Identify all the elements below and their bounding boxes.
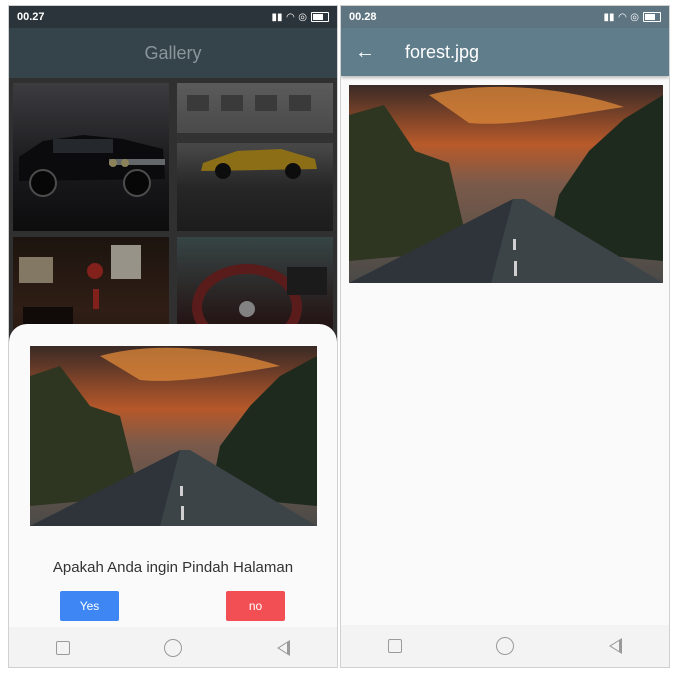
home-icon[interactable] <box>164 639 183 657</box>
status-bar: 00.28 ▮▮ ◠ ◎ <box>341 6 669 28</box>
system-nav-bar <box>9 627 337 667</box>
status-time: 00.28 <box>349 11 377 23</box>
back-nav-icon[interactable] <box>276 640 290 656</box>
confirm-dialog: Apakah Anda ingin Pindah Halaman Yes no <box>9 324 337 667</box>
status-time: 00.27 <box>17 11 45 23</box>
no-button[interactable]: no <box>226 591 285 621</box>
phone-screen-detail: 00.28 ▮▮ ◠ ◎ ← forest.jpg <box>340 5 670 668</box>
page-title: forest.jpg <box>405 41 480 62</box>
recent-apps-icon[interactable] <box>388 639 403 653</box>
app-bar: Gallery <box>9 28 337 78</box>
system-nav-bar <box>341 625 669 667</box>
dialog-question: Apakah Anda ingin Pindah Halaman <box>52 559 294 576</box>
status-icons: ▮▮ ◠ ◎ <box>604 12 661 23</box>
signal-icon: ▮▮ <box>271 11 283 23</box>
back-nav-icon[interactable] <box>608 638 622 654</box>
battery-icon <box>643 12 661 22</box>
app-bar: ← forest.jpg <box>341 28 669 76</box>
battery-icon <box>311 12 329 22</box>
alarm-icon: ◎ <box>298 11 307 23</box>
signal-icon: ▮▮ <box>603 11 615 23</box>
status-icons: ▮▮ ◠ ◎ <box>272 12 329 23</box>
arrow-left-icon[interactable]: ← <box>341 41 389 64</box>
recent-apps-icon[interactable] <box>56 641 71 655</box>
dialog-preview-image <box>30 346 317 526</box>
alarm-icon: ◎ <box>630 11 639 23</box>
forest-image <box>349 85 663 283</box>
page-title: Gallery <box>144 42 202 63</box>
yes-button[interactable]: Yes <box>60 591 119 621</box>
phone-screen-gallery: 00.27 ▮▮ ◠ ◎ Gallery Apakah Anda ingin P… <box>8 5 338 668</box>
status-bar: 00.27 ▮▮ ◠ ◎ <box>9 6 337 28</box>
home-icon[interactable] <box>496 637 515 655</box>
wifi-icon: ◠ <box>286 11 295 23</box>
wifi-icon: ◠ <box>618 11 627 23</box>
